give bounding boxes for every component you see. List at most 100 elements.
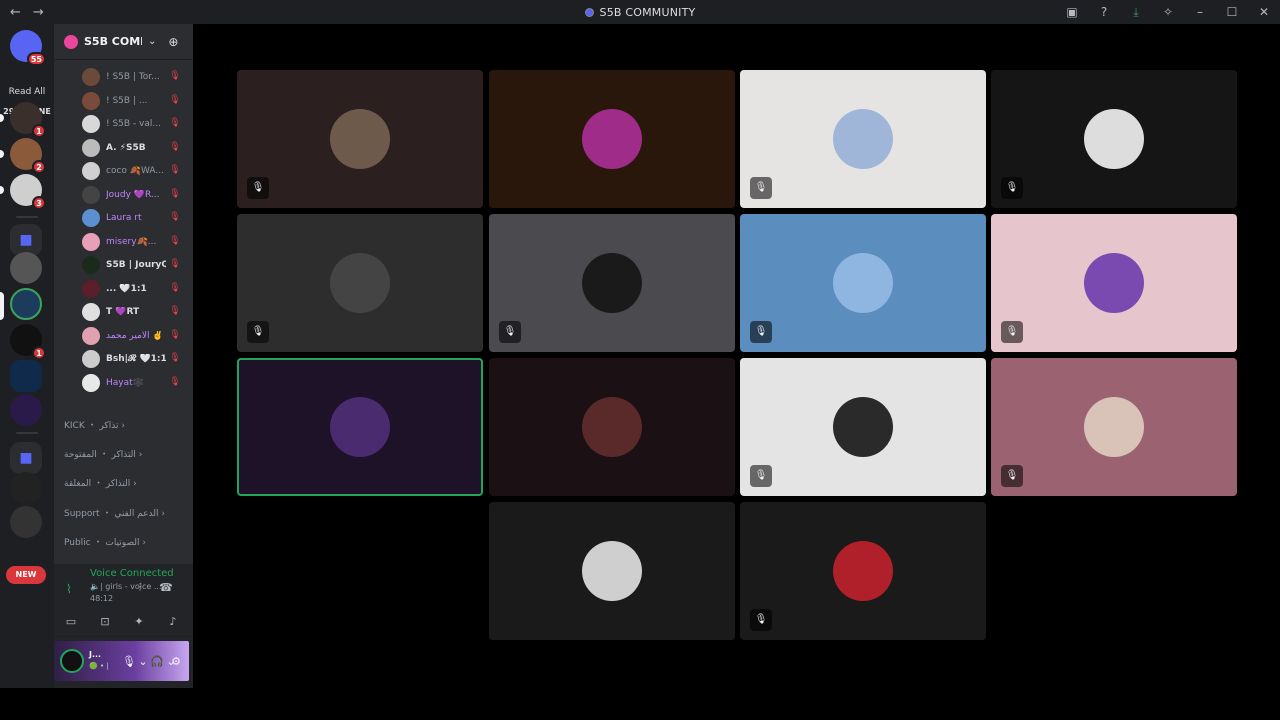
leaf-icon[interactable]: ✧ <box>1152 5 1184 19</box>
divider <box>16 432 38 434</box>
title-bar: ← → S5B COMMUNITY ▣ ? ⤓ ✧ – ☐ ✕ <box>0 0 1280 24</box>
close-button[interactable]: ✕ <box>1248 5 1280 19</box>
voice-member[interactable]: Laura rt 🎙 <box>82 208 187 228</box>
participant-tile[interactable]: 🎙 <box>237 70 483 208</box>
voice-status[interactable]: Voice Connected <box>90 568 174 579</box>
server-header[interactable]: S5B COMMUNITY ⌄ ⊕ <box>54 24 193 60</box>
participant-tile[interactable] <box>489 502 735 640</box>
voice-member[interactable]: ! S5B - val... 🎙 <box>82 114 187 134</box>
voice-channel-name[interactable]: 🔈| girls - voice ... <box>90 582 165 591</box>
server-icon[interactable] <box>10 288 42 320</box>
divider <box>16 216 38 218</box>
voice-member[interactable]: Bsh|𝓡 🤍1:1 🎙 <box>82 349 187 369</box>
participant-tile[interactable]: 🎙 <box>991 70 1237 208</box>
category-kick[interactable]: KICK ・ تذاكر › <box>64 418 189 431</box>
member-name: A. ⚡S5B <box>106 142 146 153</box>
muted-mic-icon: 🎙 <box>1001 465 1023 487</box>
muted-mic-icon: 🎙 <box>247 321 269 343</box>
voice-member[interactable]: Joudy 💜R... 🎙 <box>82 185 187 205</box>
participant-tile[interactable] <box>489 358 735 496</box>
dm-avatar[interactable]: 2 <box>10 138 46 174</box>
voice-member[interactable]: T 💜RT 🎙 <box>82 302 187 322</box>
voice-member[interactable]: ... 🤍1:1 🎙 <box>82 279 187 299</box>
member-avatar <box>82 115 100 133</box>
soundboard-icon[interactable]: ♪ <box>158 612 188 632</box>
camera-icon[interactable]: ▭ <box>56 612 86 632</box>
voice-member[interactable]: ! S5B | Tor... 🎙 <box>82 67 187 87</box>
voice-member[interactable]: الأمير محمد ✌️ 🎙 <box>82 326 187 346</box>
participant-avatar <box>582 541 642 601</box>
server-name: S5B COMMUNITY <box>84 35 142 48</box>
download-icon[interactable]: ⤓ <box>1120 5 1152 20</box>
help-icon[interactable]: ? <box>1088 5 1120 19</box>
participant-tile[interactable]: 🎙 <box>489 214 735 352</box>
member-name: ! S5B | ... <box>106 95 148 106</box>
dm-avatar[interactable]: 1 <box>10 102 46 138</box>
unread-pill <box>0 114 4 122</box>
category-closed[interactable]: التذاكر ・ المغلقة › <box>64 476 189 489</box>
muted-mic-icon: 🎙 <box>1001 177 1023 199</box>
server-icon[interactable] <box>10 506 42 538</box>
participant-avatar <box>1084 253 1144 313</box>
participant-tile[interactable]: 🎙 <box>740 358 986 496</box>
muted-mic-icon: 🎙 <box>750 321 772 343</box>
participant-tile[interactable] <box>489 70 735 208</box>
voice-member[interactable]: A. ⚡S5B 🎙 <box>82 138 187 158</box>
participant-tile[interactable]: 🎙 <box>991 358 1237 496</box>
server-icon[interactable] <box>10 252 42 284</box>
voice-member[interactable]: ! S5B | ... 🎙 <box>82 91 187 111</box>
server-icon[interactable] <box>10 360 42 392</box>
activities-icon[interactable]: ✦ <box>124 612 154 632</box>
inbox-icon[interactable]: ▣ <box>1056 5 1088 19</box>
chevron-down-icon[interactable]: ⌄ <box>148 36 156 47</box>
member-name: ! S5B | Tor... <box>106 72 160 82</box>
voice-member[interactable]: Hayat🕸️ 🎙 <box>82 373 187 393</box>
user-avatar[interactable] <box>60 649 84 673</box>
member-name: T 💜RT <box>106 307 140 317</box>
member-avatar <box>82 162 100 180</box>
maximize-button[interactable]: ☐ <box>1216 5 1248 19</box>
screen-share-icon[interactable]: ⊡ <box>90 612 120 632</box>
participant-tile[interactable]: 🎙 <box>740 70 986 208</box>
user-name[interactable]: J... <box>89 650 101 659</box>
participant-tile[interactable]: 🎙 <box>740 502 986 640</box>
voice-member[interactable]: misery🍂... 🎙 <box>82 232 187 252</box>
disconnect-icon[interactable]: ☎ <box>156 580 176 596</box>
home-button[interactable]: 55 <box>10 30 46 66</box>
muted-mic-icon: 🎙 <box>169 141 181 152</box>
settings-gear-icon[interactable]: ⚙ <box>167 653 185 671</box>
participant-tile[interactable]: 🎙 <box>237 214 483 352</box>
muted-mic-icon: 🎙 <box>750 609 772 631</box>
active-pill <box>0 292 4 320</box>
folder-icon[interactable]: ■ <box>10 442 42 474</box>
muted-mic-icon: 🎙 <box>169 329 181 340</box>
signal-icon[interactable]: ⌇ <box>66 582 80 596</box>
participant-tile[interactable]: 🎙 <box>740 214 986 352</box>
dm-avatar[interactable]: 3 <box>10 174 46 210</box>
new-badge[interactable]: NEW <box>6 566 46 584</box>
category-support[interactable]: Support ・ الدعم الفني › <box>64 506 189 519</box>
server-icon[interactable] <box>10 394 42 426</box>
forward-arrow-icon[interactable]: → <box>33 5 44 20</box>
voice-member[interactable]: coco 🍂WA... 🎙 <box>82 161 187 181</box>
muted-mic-icon: 🎙 <box>499 321 521 343</box>
minimize-button[interactable]: – <box>1184 5 1216 19</box>
noise-suppression-icon[interactable]: ⫶ <box>130 580 150 596</box>
invite-icon[interactable]: ⊕ <box>168 35 178 49</box>
member-avatar <box>82 138 100 157</box>
participant-avatar <box>833 253 893 313</box>
category-public[interactable]: Public ・ الصوتيات › <box>64 535 189 548</box>
participant-avatar <box>1084 397 1144 457</box>
server-icon[interactable]: 1 <box>10 324 46 360</box>
voice-member[interactable]: S5B | JouryQ8🎙 <box>82 255 187 275</box>
member-name: Joudy 💜R... <box>106 189 160 200</box>
participant-tile[interactable]: 🎙 <box>991 214 1237 352</box>
participant-tile[interactable] <box>237 358 483 496</box>
read-all-button[interactable]: Read All <box>0 87 54 97</box>
back-arrow-icon[interactable]: ← <box>10 5 21 20</box>
dm-badge: 1 <box>32 124 46 138</box>
server-icon[interactable] <box>10 472 42 504</box>
voice-panel: ⌇ Voice Connected 🔈| girls - voice ... 4… <box>54 564 193 636</box>
category-open[interactable]: التذاكر ・ المفتوحة › <box>64 447 189 460</box>
member-name: Bsh|𝓡 🤍1:1 <box>106 354 166 364</box>
